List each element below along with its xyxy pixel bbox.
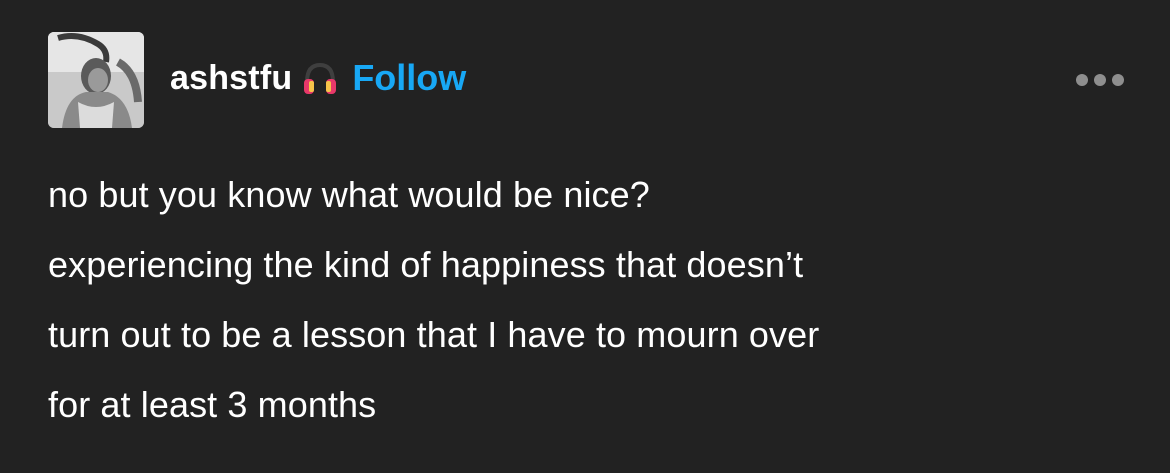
post-text-line: for at least 3 months	[48, 384, 377, 425]
post-card: ashstfu Follow no but you know what woul…	[0, 0, 1170, 473]
more-options-button[interactable]	[1070, 66, 1130, 94]
ellipsis-icon	[1112, 74, 1124, 86]
avatar-photo	[48, 32, 144, 128]
avatar[interactable]	[48, 32, 144, 128]
post-text-line: experiencing the kind of happiness that …	[48, 244, 804, 285]
post-text-line: turn out to be a lesson that I have to m…	[48, 314, 820, 355]
headphones-icon	[300, 58, 340, 98]
author-meta: ashstfu Follow	[170, 57, 466, 99]
ellipsis-icon	[1076, 74, 1088, 86]
username[interactable]: ashstfu	[170, 59, 292, 98]
post-body: no but you know what would be nice? expe…	[48, 160, 1138, 440]
follow-button[interactable]: Follow	[352, 57, 466, 99]
post-text-line: no but you know what would be nice?	[48, 174, 650, 215]
ellipsis-icon	[1094, 74, 1106, 86]
post-header: ashstfu Follow	[48, 32, 1130, 128]
